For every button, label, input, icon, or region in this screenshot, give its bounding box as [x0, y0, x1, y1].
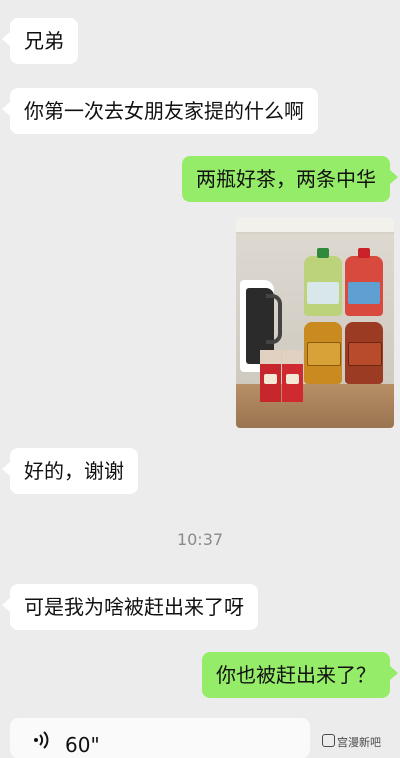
- message-text: 两瓶好茶，两条中华: [196, 167, 376, 191]
- kettle-handle: [266, 294, 282, 344]
- message-bubble-incoming[interactable]: 好的，谢谢: [2, 448, 138, 494]
- watermark-text: 宫漫新吧: [337, 736, 381, 749]
- message-text: 兄弟: [24, 29, 64, 53]
- message-text: 你第一次去女朋友家提的什么啊: [24, 99, 304, 123]
- message-bubble-incoming[interactable]: 你第一次去女朋友家提的什么啊: [2, 88, 318, 134]
- message-text: 好的，谢谢: [24, 459, 124, 483]
- watermark: 宫漫新吧: [322, 734, 381, 750]
- timestamp: 10:37: [176, 530, 224, 549]
- voice-duration: 60": [65, 733, 100, 757]
- voice-wave-icon: [34, 731, 49, 749]
- message-text: 可是我为啥被赶出来了呀: [24, 595, 244, 619]
- cigarette-carton: [260, 350, 281, 402]
- message-bubble-incoming[interactable]: 兄弟: [2, 18, 78, 64]
- watermark-logo-icon: [322, 734, 335, 747]
- tea-bottle-green: [304, 248, 342, 316]
- message-bubble-outgoing[interactable]: 你也被赶出来了？: [202, 652, 398, 698]
- tea-bottle-amber: [304, 322, 342, 384]
- voice-message-bubble[interactable]: 60": [10, 718, 310, 758]
- message-bubble-incoming[interactable]: 可是我为啥被赶出来了呀: [2, 584, 258, 630]
- shelf-top: [236, 218, 394, 234]
- tea-bottle-red: [345, 248, 383, 316]
- tea-bottle-brown: [345, 322, 383, 384]
- message-text: 你也被赶出来了？: [216, 663, 376, 687]
- message-image[interactable]: [236, 218, 394, 428]
- message-bubble-outgoing[interactable]: 两瓶好茶，两条中华: [182, 156, 398, 202]
- cigarette-carton: [282, 350, 303, 402]
